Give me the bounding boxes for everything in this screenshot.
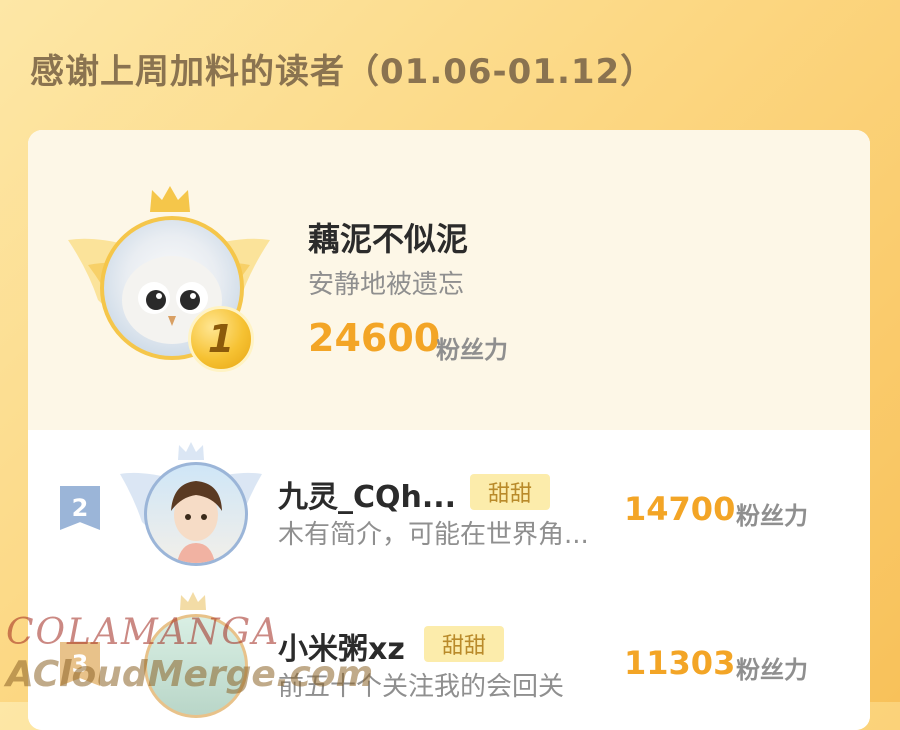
reader-score-unit: 粉丝力 <box>736 502 808 530</box>
rank-2-tag: 2 <box>60 486 100 530</box>
top-reader-card[interactable]: 1 藕泥不似泥 安静地被遗忘 24600 粉丝力 <box>28 130 870 430</box>
crown-icon <box>180 592 206 610</box>
reader-score: 14700 <box>624 490 736 528</box>
page-title: 感谢上周加料的读者（01.06-01.12） <box>30 52 656 92</box>
reader-badge: 甜甜 <box>470 474 551 510</box>
rank-1-medal: 1 <box>188 306 254 372</box>
reader-score-unit: 粉丝力 <box>736 656 808 684</box>
crown-icon <box>150 186 190 212</box>
top-reader-name[interactable]: 藕泥不似泥 <box>308 214 468 260</box>
anime-boy-avatar-icon <box>171 481 222 563</box>
reader-name[interactable]: 九灵_CQh... <box>278 472 456 516</box>
reader-bio: 木有简介，可能在世界角... <box>278 520 589 550</box>
avatar[interactable] <box>144 462 248 566</box>
crown-icon <box>178 442 204 460</box>
top-reader-bio: 安静地被遗忘 <box>308 270 465 300</box>
top-reader-score-unit: 粉丝力 <box>436 336 508 364</box>
reader-badge: 甜甜 <box>424 626 505 662</box>
watermark: ACloudMerge.com <box>6 654 374 695</box>
reader-score: 11303 <box>624 644 736 682</box>
list-item[interactable]: 2 九灵_CQh... 甜甜 木有简介，可能在世界角... 14700 粉丝力 <box>28 430 870 580</box>
watermark: COLAMANGA <box>6 612 281 653</box>
top-reader-score: 24600 <box>308 316 441 360</box>
